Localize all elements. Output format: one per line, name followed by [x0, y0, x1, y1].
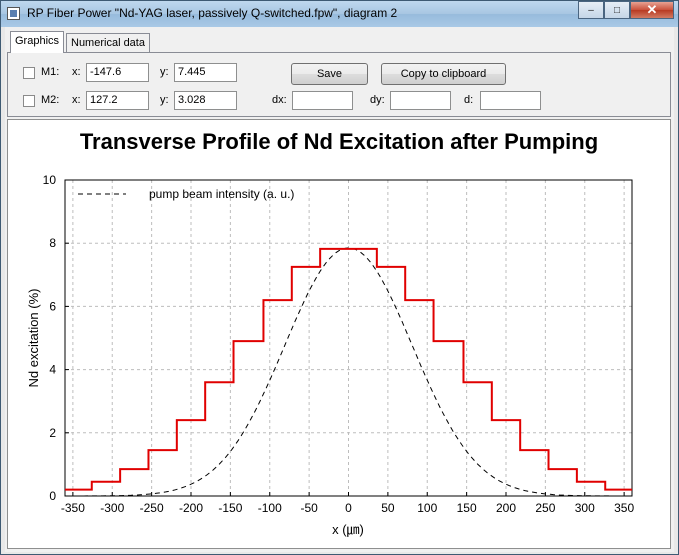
- app-icon[interactable]: [7, 7, 20, 20]
- chart-grid: [65, 180, 632, 496]
- legend-label: pump beam intensity (a. u.): [149, 187, 294, 201]
- x-tick-label: -250: [140, 501, 164, 515]
- y-tick-label: 10: [43, 173, 57, 187]
- m1-y-label: y:: [160, 66, 169, 78]
- x-tick-label: 250: [535, 501, 555, 515]
- m2-x-field[interactable]: 127.2: [86, 91, 149, 110]
- window-title: RP Fiber Power "Nd-YAG laser, passively …: [27, 6, 398, 20]
- chart-svg[interactable]: Transverse Profile of Nd Excitation afte…: [8, 120, 670, 548]
- tab-numerical-data[interactable]: Numerical data: [66, 33, 150, 53]
- client-area: Graphics Numerical data M1: x: -147.6 y:…: [5, 27, 674, 552]
- m2-checkbox[interactable]: [23, 95, 35, 107]
- m2-y-field[interactable]: 3.028: [174, 91, 237, 110]
- chart-title: Transverse Profile of Nd Excitation afte…: [80, 129, 598, 154]
- x-axis-label: x (㎛): [332, 522, 364, 538]
- y-axis-label: Nd excitation (%): [26, 289, 41, 388]
- x-tick-label: 200: [496, 501, 516, 515]
- x-tick-label: 100: [417, 501, 437, 515]
- x-tick-label: 300: [575, 501, 595, 515]
- chart-legend: pump beam intensity (a. u.): [78, 187, 294, 201]
- y-tick-label: 2: [49, 426, 56, 440]
- x-tick-label: 150: [457, 501, 477, 515]
- m2-label: M2:: [41, 94, 60, 106]
- plot-panel[interactable]: Transverse Profile of Nd Excitation afte…: [7, 119, 671, 549]
- marker-panel: M1: x: -147.6 y: 7.445 Save Copy to clip…: [7, 52, 671, 117]
- dy-label: dy:: [370, 94, 385, 106]
- minimize-icon[interactable]: –: [578, 1, 604, 19]
- y-tick-label: 4: [49, 363, 56, 377]
- x-tick-label: -200: [179, 501, 203, 515]
- x-tick-label: -300: [100, 501, 124, 515]
- x-tick-label: -350: [61, 501, 85, 515]
- m1-y-field[interactable]: 7.445: [174, 63, 237, 82]
- y-tick-label: 6: [49, 299, 56, 313]
- m1-label: M1:: [41, 66, 60, 78]
- x-tick-label: -100: [258, 501, 282, 515]
- m1-checkbox[interactable]: [23, 67, 35, 79]
- x-tick-label: 350: [614, 501, 634, 515]
- m2-y-label: y:: [160, 94, 169, 106]
- m1-x-field[interactable]: -147.6: [86, 63, 149, 82]
- maximize-icon[interactable]: □: [604, 1, 630, 19]
- app-window: RP Fiber Power "Nd-YAG laser, passively …: [0, 0, 679, 555]
- dx-field[interactable]: [292, 91, 353, 110]
- dy-field[interactable]: [390, 91, 451, 110]
- tab-graphics[interactable]: Graphics: [10, 31, 65, 53]
- close-icon[interactable]: ✕: [630, 1, 674, 19]
- m2-x-label: x:: [72, 94, 81, 106]
- x-tick-label: -150: [218, 501, 242, 515]
- m1-x-label: x:: [72, 66, 81, 78]
- y-tick-label: 0: [49, 489, 56, 503]
- x-tick-label: -50: [300, 501, 318, 515]
- copy-to-clipboard-button[interactable]: Copy to clipboard: [381, 63, 506, 85]
- d-field[interactable]: [480, 91, 541, 110]
- d-label: d:: [464, 94, 474, 106]
- y-tick-label: 8: [49, 236, 56, 250]
- title-bar[interactable]: RP Fiber Power "Nd-YAG laser, passively …: [1, 1, 678, 27]
- x-tick-label: 0: [345, 501, 352, 515]
- dx-label: dx:: [272, 94, 287, 106]
- save-button[interactable]: Save: [291, 63, 368, 85]
- window-controls: – □ ✕: [578, 1, 674, 20]
- x-tick-label: 50: [381, 501, 395, 515]
